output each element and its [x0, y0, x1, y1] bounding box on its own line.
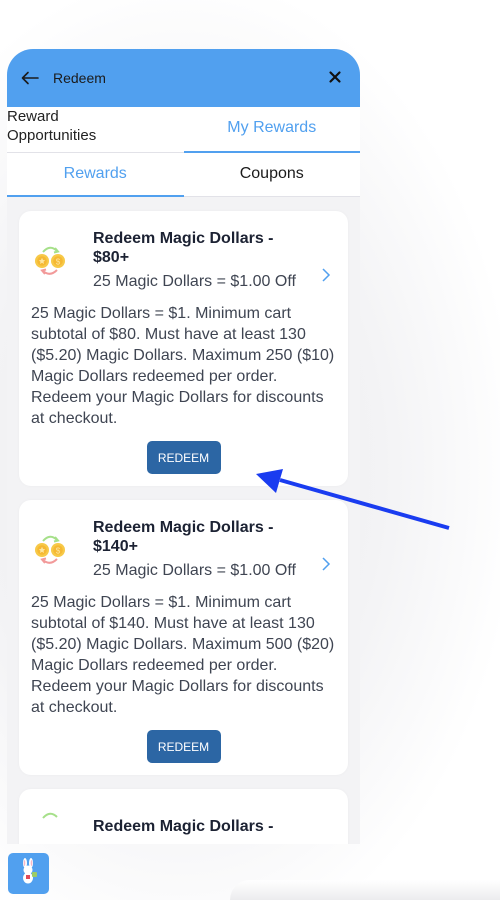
coin-exchange-icon: $	[31, 241, 69, 279]
reward-card: Redeem Magic Dollars -	[19, 789, 348, 844]
redeem-button[interactable]: REDEEM	[146, 441, 221, 474]
svg-text:$: $	[56, 258, 61, 267]
svg-text:$: $	[56, 547, 61, 556]
reward-card-header[interactable]: $ Redeem Magic Dollars - $80+ 25 Magic D…	[31, 229, 336, 291]
backdrop-shadow	[230, 880, 500, 900]
sub-tabs: Rewards Coupons	[7, 153, 360, 197]
reward-subtitle: 25 Magic Dollars = $1.00 Off	[93, 273, 296, 290]
redeem-button[interactable]: REDEEM	[146, 730, 221, 763]
reward-title: Redeem Magic Dollars - $80+	[93, 230, 274, 266]
coin-exchange-icon: $	[31, 530, 69, 568]
rewards-widget-panel: Redeem Reward Opportunities My Rewards R…	[7, 49, 360, 844]
reward-card: $ Redeem Magic Dollars - $140+ 25 Magic …	[19, 500, 348, 775]
header-title: Redeem	[53, 70, 106, 86]
reward-title: Redeem Magic Dollars - $140+	[93, 519, 274, 555]
reward-card-header[interactable]: $ Redeem Magic Dollars - $140+ 25 Magic …	[31, 518, 336, 580]
reward-subtitle: 25 Magic Dollars = $1.00 Off	[93, 562, 296, 579]
tab-label: Reward Opportunities	[7, 108, 97, 144]
rewards-launcher-button[interactable]	[8, 853, 49, 894]
widget-header: Redeem	[7, 49, 360, 107]
arrow-left-icon[interactable]	[21, 69, 39, 87]
reward-card: $ Redeem Magic Dollars - $80+ 25 Magic D…	[19, 211, 348, 486]
bunny-mascot-icon	[17, 858, 41, 889]
tab-my-rewards[interactable]: My Rewards	[183, 107, 361, 153]
coin-exchange-icon	[31, 807, 69, 844]
tab-rewards[interactable]: Rewards	[7, 153, 184, 197]
rewards-list: $ Redeem Magic Dollars - $80+ 25 Magic D…	[7, 197, 360, 844]
top-tabs: Reward Opportunities My Rewards	[7, 107, 360, 153]
close-icon[interactable]	[328, 70, 342, 84]
tab-reward-opportunities[interactable]: Reward Opportunities	[7, 107, 184, 152]
reward-description: 25 Magic Dollars = $1. Minimum cart subt…	[31, 594, 335, 716]
tab-coupons[interactable]: Coupons	[184, 153, 361, 196]
chevron-right-icon[interactable]	[320, 267, 332, 283]
reward-description: 25 Magic Dollars = $1. Minimum cart subt…	[31, 305, 335, 427]
reward-card-header[interactable]: Redeem Magic Dollars -	[31, 807, 336, 844]
tab-label: My Rewards	[227, 119, 317, 136]
reward-title: Redeem Magic Dollars -	[93, 817, 274, 835]
chevron-right-icon[interactable]	[320, 556, 332, 572]
